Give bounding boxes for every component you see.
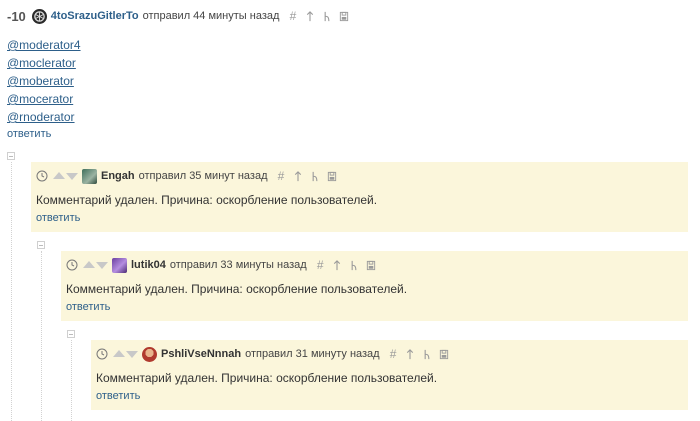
comment-tools: # <box>315 258 377 272</box>
collapse-toggle[interactable] <box>7 152 15 160</box>
reply-link[interactable]: ответить <box>96 390 140 402</box>
thread-icon[interactable] <box>422 348 433 360</box>
top-comment: -10 4toSrazuGitlerTo отправил 44 минуты … <box>7 6 687 140</box>
clock-icon <box>36 170 48 182</box>
vote-up-icon[interactable] <box>83 261 95 268</box>
collapse-toggle[interactable] <box>37 241 45 249</box>
comment-tools: # <box>276 169 338 183</box>
reply-link[interactable]: ответить <box>66 301 110 313</box>
vote-controls <box>83 261 108 269</box>
vote-up-icon[interactable] <box>113 350 125 357</box>
vote-down-icon[interactable] <box>96 262 108 269</box>
clock-icon <box>96 348 108 360</box>
reply-link[interactable]: ответить <box>7 128 51 140</box>
mention-link[interactable]: @moberator <box>7 72 687 90</box>
hash-icon[interactable]: # <box>315 258 326 272</box>
thread-icon[interactable] <box>310 170 321 182</box>
hash-icon[interactable]: # <box>388 347 399 361</box>
mention-link[interactable]: @rnoderator <box>7 108 687 126</box>
parent-arrow-icon[interactable] <box>332 259 343 271</box>
avatar-logo-icon <box>34 10 45 22</box>
comment-author-link[interactable]: 4toSrazuGitlerTo <box>51 10 139 22</box>
comment-header: Engah отправил 35 минут назад # <box>36 168 682 184</box>
comment-timestamp[interactable]: отправил 44 минуты назад <box>143 10 280 22</box>
collapse-toggle[interactable] <box>67 330 75 338</box>
comment-tools: # <box>388 347 450 361</box>
reply-comment: PshliVseNnnah отправил 31 минуту назад #… <box>91 340 688 410</box>
avatar[interactable] <box>112 257 127 273</box>
comment-header: PshliVseNnnah отправил 31 минуту назад # <box>96 346 682 362</box>
comment-text: Комментарий удален. Причина: оскорбление… <box>66 282 408 296</box>
clock-icon <box>66 259 78 271</box>
parent-arrow-icon[interactable] <box>293 170 304 182</box>
reply-comment: lutik04 отправил 33 минуты назад # Комме… <box>61 251 688 321</box>
reply-comment: Engah отправил 35 минут назад # Коммента… <box>31 162 688 232</box>
thread-icon[interactable] <box>349 259 360 271</box>
avatar[interactable] <box>31 8 47 24</box>
comment-author-link[interactable]: Engah <box>101 170 135 182</box>
save-icon[interactable] <box>327 170 338 182</box>
mention-link[interactable]: @moderator4 <box>7 36 687 54</box>
save-icon[interactable] <box>439 348 450 360</box>
parent-arrow-icon[interactable] <box>405 348 416 360</box>
thread-line <box>71 340 72 421</box>
vote-controls <box>53 172 78 180</box>
comment-header: -10 4toSrazuGitlerTo отправил 44 минуты … <box>7 6 687 26</box>
comment-tools: # <box>287 9 349 23</box>
comment-score: -10 <box>7 8 26 24</box>
comment-timestamp[interactable]: отправил 33 минуты назад <box>170 259 307 271</box>
vote-down-icon[interactable] <box>66 173 78 180</box>
parent-arrow-icon[interactable] <box>304 10 315 22</box>
comment-author-link[interactable]: lutik04 <box>131 259 166 271</box>
comments-page: -10 4toSrazuGitlerTo отправил 44 минуты … <box>0 0 700 421</box>
mention-link[interactable]: @moclerator <box>7 54 687 72</box>
thread-line <box>11 162 12 421</box>
hash-icon[interactable]: # <box>276 169 287 183</box>
comment-timestamp[interactable]: отправил 31 минуту назад <box>245 348 380 360</box>
avatar[interactable] <box>82 168 97 184</box>
thread-line <box>41 251 42 421</box>
vote-down-icon[interactable] <box>126 351 138 358</box>
thread-icon[interactable] <box>321 10 332 22</box>
save-icon[interactable] <box>338 10 349 22</box>
save-icon[interactable] <box>366 259 377 271</box>
comment-text: Комментарий удален. Причина: оскорбление… <box>96 371 438 385</box>
hash-icon[interactable]: # <box>287 9 298 23</box>
comment-header: lutik04 отправил 33 минуты назад # <box>66 257 682 273</box>
mention-link[interactable]: @mocerator <box>7 90 687 108</box>
vote-controls <box>113 350 138 358</box>
comment-timestamp[interactable]: отправил 35 минут назад <box>139 170 268 182</box>
avatar[interactable] <box>142 346 157 362</box>
mention-list: @moderator4 @moclerator @moberator @moce… <box>7 36 687 126</box>
vote-up-icon[interactable] <box>53 172 65 179</box>
reply-link[interactable]: ответить <box>36 212 80 224</box>
comment-text: Комментарий удален. Причина: оскорбление… <box>36 193 378 207</box>
comment-author-link[interactable]: PshliVseNnnah <box>161 348 241 360</box>
